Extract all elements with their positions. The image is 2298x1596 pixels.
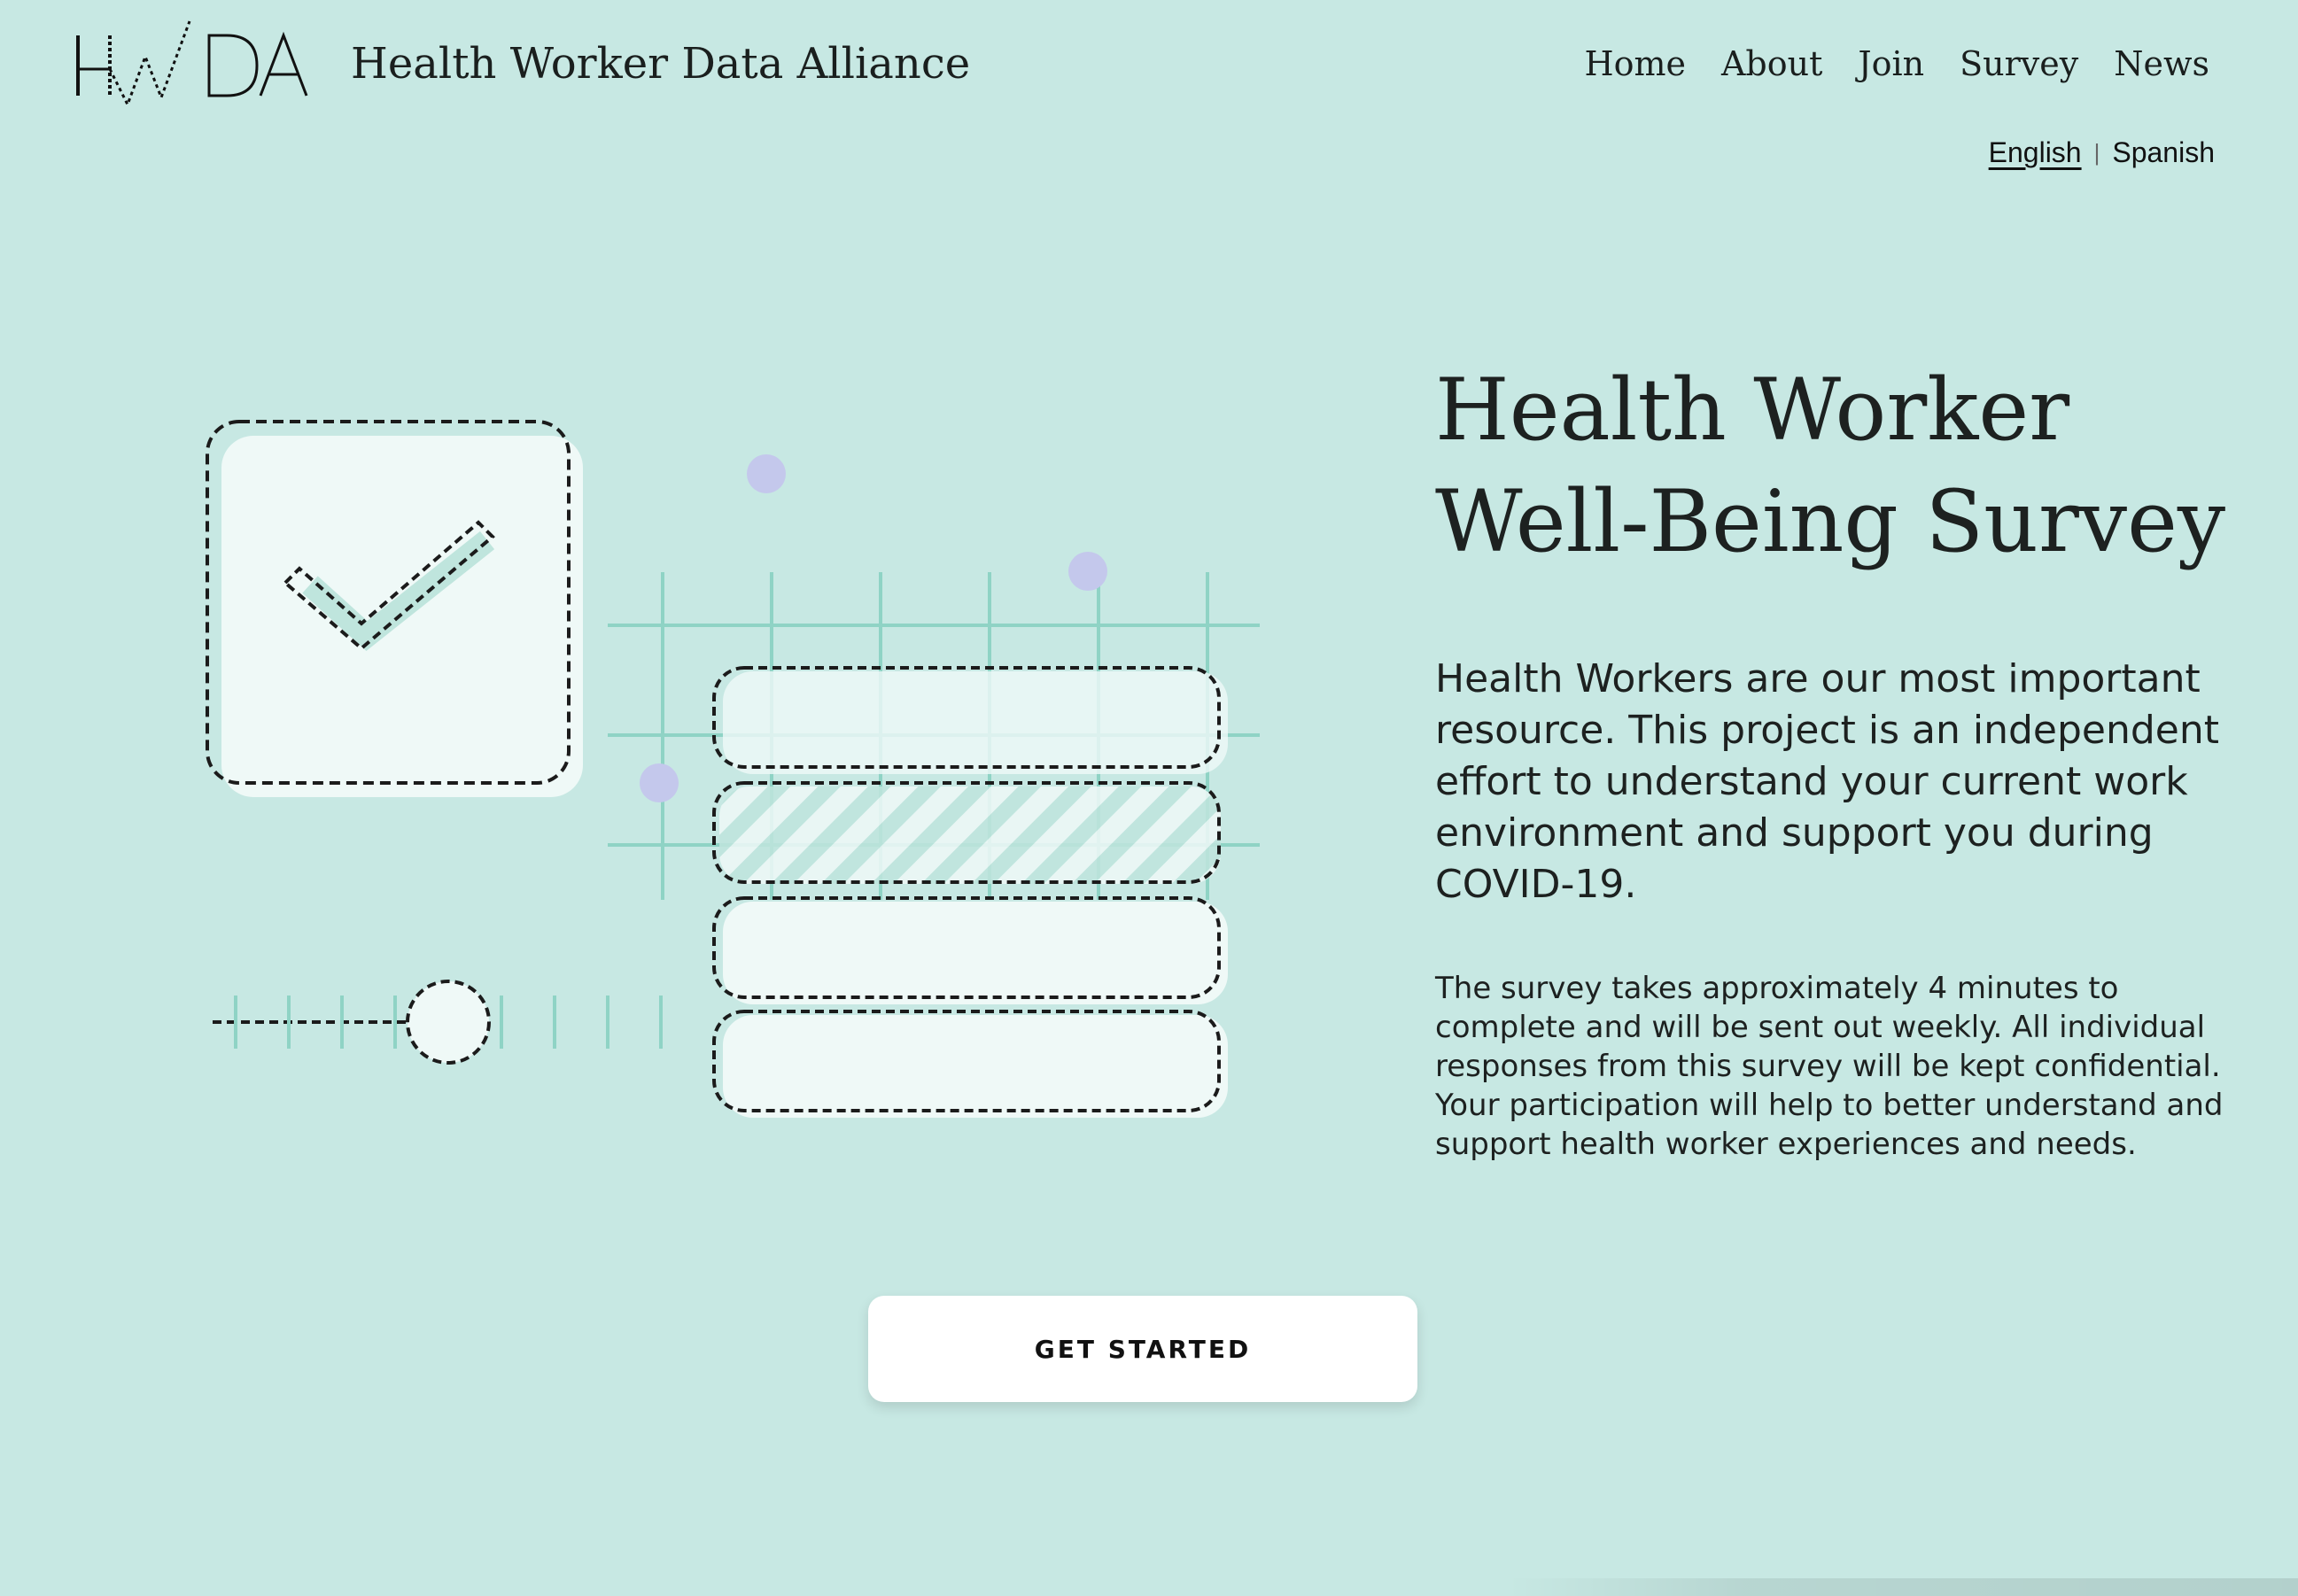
hwda-logo[interactable]: [74, 16, 314, 113]
site-header: Health Worker Data Alliance Home About J…: [0, 0, 2298, 124]
get-started-button[interactable]: GET STARTED: [868, 1296, 1417, 1402]
nav-join[interactable]: Join: [1858, 39, 1924, 89]
site-name[interactable]: Health Worker Data Alliance: [351, 35, 970, 92]
language-switcher: English | Spanish: [1989, 131, 2215, 174]
lang-english[interactable]: English: [1989, 131, 2082, 174]
survey-illustration: [206, 420, 1260, 1118]
main-nav: Home About Join Survey News: [1584, 39, 2209, 89]
bottom-edge-shadow: [1506, 1578, 2298, 1596]
decor-dot: [640, 763, 679, 802]
slider-illustration-icon: [213, 980, 663, 1065]
title-line-2: Well-Being Survey: [1435, 472, 2226, 571]
survey-info-paragraph: The survey takes approximately 4 minutes…: [1435, 971, 2224, 1162]
lead-paragraph: Health Workers are our most important re…: [1435, 656, 2219, 907]
page-title: Health Worker Well-Being Survey: [1435, 354, 2232, 577]
title-line-1: Health Worker: [1435, 360, 2070, 460]
checkbox-illustration-icon: [206, 420, 583, 797]
lang-spanish[interactable]: Spanish: [2112, 131, 2215, 174]
list-illustration-icon: [712, 666, 1228, 1118]
decor-dot: [747, 454, 786, 493]
nav-home[interactable]: Home: [1584, 39, 1686, 89]
nav-survey[interactable]: Survey: [1960, 39, 2078, 89]
nav-about[interactable]: About: [1721, 39, 1822, 89]
decor-dot: [1068, 552, 1107, 591]
nav-news[interactable]: News: [2114, 39, 2209, 89]
lang-separator: |: [2093, 139, 2100, 166]
